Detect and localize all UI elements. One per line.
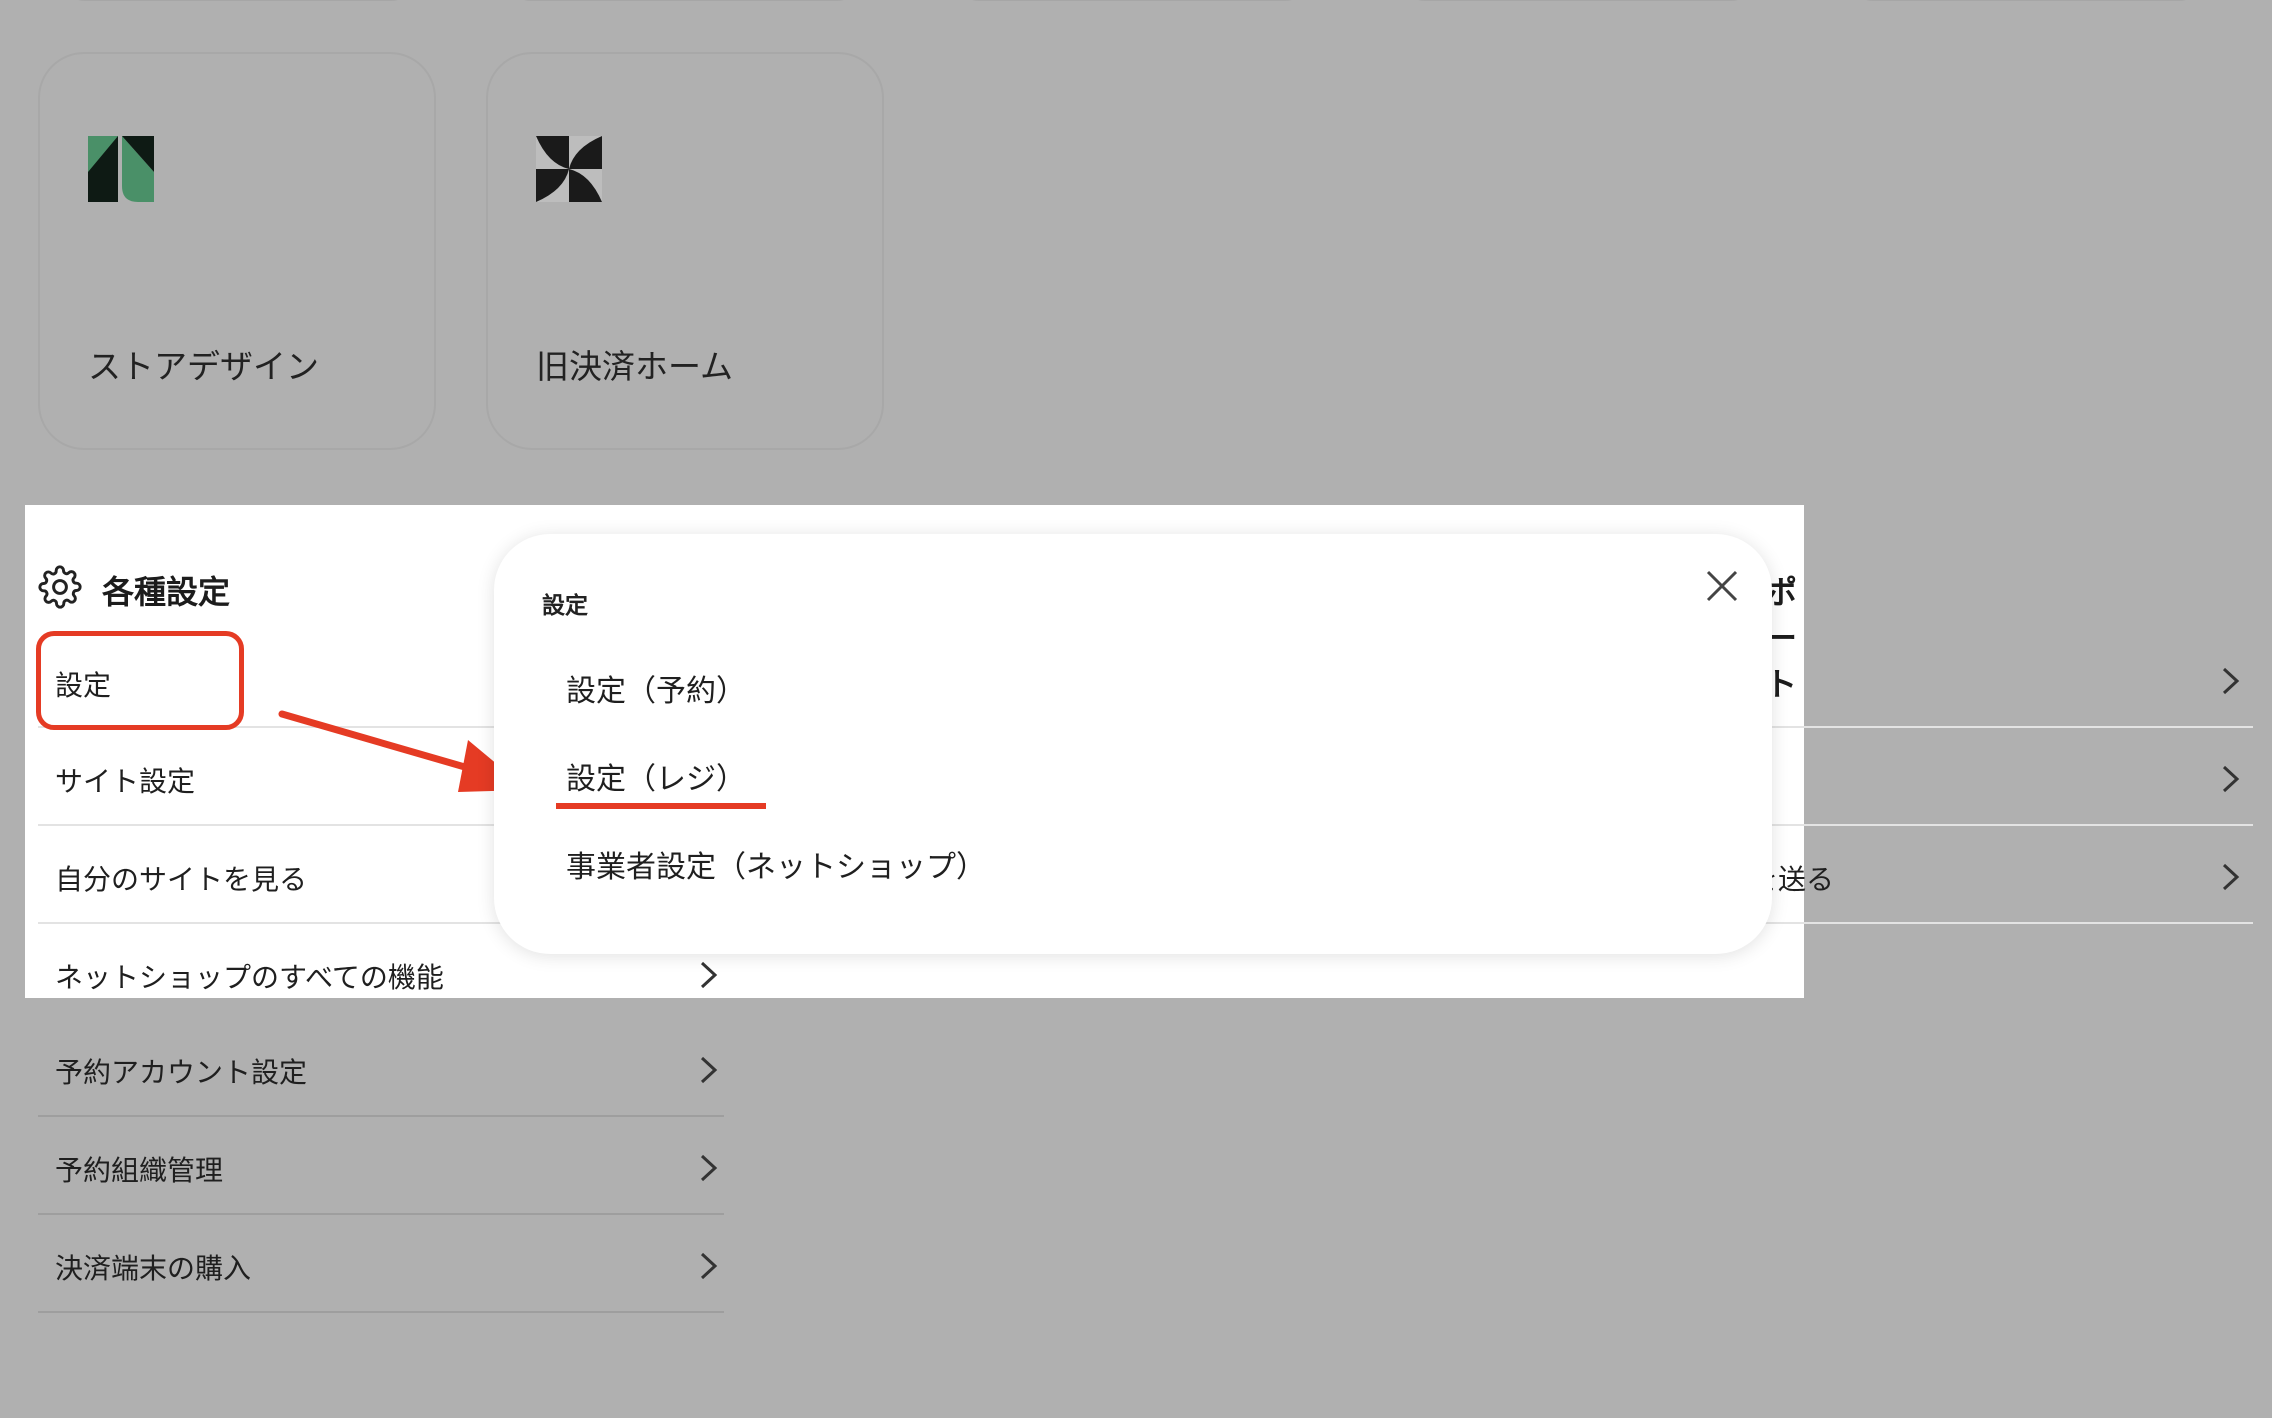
- app-card-label: 旧決済ホーム: [536, 347, 734, 386]
- chevron-right-icon: [2222, 863, 2240, 891]
- menu-item-payment-terminal[interactable]: 決済端末の購入: [38, 1215, 724, 1313]
- app-card-partial[interactable]: [1852, 0, 2200, 1]
- modal-option-reservation-settings[interactable]: 設定（予約）: [566, 666, 746, 710]
- support-item[interactable]: [1740, 630, 2253, 728]
- menu-item-label: 予約アカウント設定: [55, 1056, 308, 1089]
- chevron-right-icon: [700, 1154, 718, 1182]
- modal-heading: 設定: [542, 593, 588, 619]
- annotation-underline: [556, 803, 766, 809]
- annotation-highlight-box: [36, 631, 244, 730]
- chevron-right-icon: [700, 961, 718, 989]
- support-item[interactable]: [1740, 728, 2253, 826]
- app-card-partial[interactable]: [1404, 0, 1752, 1]
- settings-modal: 設定 設定（予約） 設定（レジ） 事業者設定（ネットショップ）: [494, 534, 1772, 954]
- menu-item-label: 決済端末の購入: [55, 1252, 252, 1285]
- modal-option-business-settings[interactable]: 事業者設定（ネットショップ）: [566, 842, 986, 886]
- pinwheel-logo-icon: [536, 136, 602, 202]
- menu-item-label: ネットショップのすべての機能: [55, 961, 444, 994]
- chevron-right-icon: [700, 1056, 718, 1084]
- chevron-right-icon: [700, 1252, 718, 1280]
- app-card-partial[interactable]: [958, 0, 1306, 1]
- gear-icon: [38, 565, 82, 609]
- app-card-store-design[interactable]: ストアデザイン: [38, 52, 436, 450]
- chevron-right-icon: [2222, 667, 2240, 695]
- settings-section-title: 各種設定: [102, 573, 231, 611]
- menu-item-reservation-account[interactable]: 予約アカウント設定: [38, 1019, 724, 1117]
- menu-item-label: 自分のサイトを見る: [55, 863, 308, 896]
- app-card-legacy-payment-home[interactable]: 旧決済ホーム: [486, 52, 884, 450]
- modal-option-register-settings[interactable]: 設定（レジ）: [566, 754, 746, 798]
- menu-item-reservation-org[interactable]: 予約組織管理: [38, 1117, 724, 1215]
- menu-item-label: サイト設定: [55, 765, 196, 798]
- menu-item-label: 予約組織管理: [55, 1154, 224, 1187]
- close-icon[interactable]: [1704, 568, 1740, 604]
- app-card-partial[interactable]: [64, 0, 412, 1]
- app-card-partial[interactable]: [510, 0, 858, 1]
- app-card-label: ストアデザイン: [88, 347, 319, 386]
- chevron-right-icon: [2222, 765, 2240, 793]
- support-item-send-feedback[interactable]: を送る: [1740, 826, 2253, 924]
- store-design-logo-icon: [88, 136, 154, 202]
